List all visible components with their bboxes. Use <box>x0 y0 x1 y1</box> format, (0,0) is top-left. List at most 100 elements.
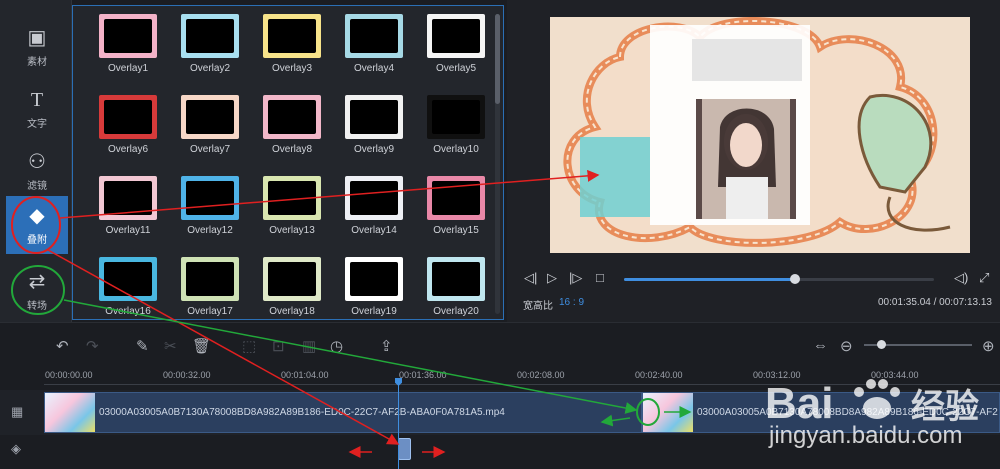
overlay-name: Overlay3 <box>271 63 312 74</box>
video-clip[interactable]: 03000A03005A0B7130A78008BD8A982A89B186-E… <box>44 392 642 433</box>
undo-icon[interactable]: ↶ <box>56 337 69 355</box>
overlay-name: Overlay13 <box>269 225 315 236</box>
zoom-slider-knob[interactable] <box>877 340 886 349</box>
overlay-thumbnail <box>99 95 157 139</box>
text-icon: T <box>30 88 44 111</box>
overlay-thumbnail <box>99 257 157 301</box>
ruler-tick: 00:01:36.00 <box>399 370 447 380</box>
timecode: 00:01:35.04 / 00:07:13.13 <box>878 297 992 308</box>
ruler-tick: 00:00:00.00 <box>45 370 93 380</box>
preview-canvas <box>550 17 970 253</box>
sidebar-item-transition[interactable]: ⇄ 转场 <box>6 262 68 320</box>
overlay-tile[interactable]: Overlay7 <box>175 95 245 155</box>
prev-frame-icon[interactable]: ◁| <box>524 270 537 286</box>
overlay-name: Overlay2 <box>189 63 230 74</box>
overlay-tile[interactable]: Overlay8 <box>257 95 327 155</box>
duration-icon[interactable]: ◷ <box>330 337 343 355</box>
overlay-name: Overlay12 <box>187 225 233 236</box>
overlay-thumbnail <box>181 95 239 139</box>
next-frame-icon[interactable]: |▷ <box>569 270 582 286</box>
zoom-in-icon[interactable]: ⊕ <box>982 337 995 355</box>
stop-icon[interactable]: □ <box>596 270 604 285</box>
overlay-tile[interactable]: Overlay19 <box>339 257 409 317</box>
overlay-thumbnail <box>181 14 239 58</box>
sidebar-item-label: 滤镜 <box>27 180 47 192</box>
zoom-out-icon[interactable]: ⊖ <box>840 337 853 355</box>
crop-icon[interactable]: ⬚ <box>242 337 256 355</box>
overlay-name: Overlay6 <box>107 144 148 155</box>
cut-icon[interactable]: ✂ <box>164 337 177 355</box>
library-scrollbar[interactable] <box>495 14 500 314</box>
overlay-tile[interactable]: Overlay3 <box>257 14 327 74</box>
overlay-name: Overlay5 <box>435 63 476 74</box>
editor-window: ▣ 素材 T 文字 ⚇ 滤镜 ◆ 叠附 ⇄ 转场 Overlay1 Overlay… <box>0 0 1000 469</box>
overlay-tile[interactable]: Overlay11 <box>93 176 163 236</box>
preview-panel: ◁| ▷ |▷ □ ◁) ⤢ 宽高比 16 : 9 00:01:35.04 / … <box>507 0 1000 322</box>
overlay-tile[interactable]: Overlay18 <box>257 257 327 317</box>
playback-progress[interactable] <box>624 274 934 284</box>
clip-thumbnail <box>643 393 693 432</box>
overlay-tile[interactable]: Overlay14 <box>339 176 409 236</box>
delete-icon[interactable]: 🗑 <box>192 337 211 355</box>
overlay-track-icon: ◈ <box>11 441 21 456</box>
sidebar-item-filter[interactable]: ⚇ 滤镜 <box>6 142 68 200</box>
sidebar-item-media[interactable]: ▣ 素材 <box>6 18 68 76</box>
sidebar-item-label: 素材 <box>27 56 47 68</box>
overlay-tile[interactable]: Overlay17 <box>175 257 245 317</box>
overlay-clip[interactable] <box>398 438 411 460</box>
overlay-thumbnail <box>181 257 239 301</box>
overlay-thumbnail <box>345 176 403 220</box>
overlay-tile[interactable]: Overlay20 <box>421 257 491 317</box>
overlay-name: Overlay18 <box>269 306 315 317</box>
overlay-name: Overlay1 <box>107 63 148 74</box>
overlay-tile[interactable]: Overlay13 <box>257 176 327 236</box>
overlay-tile[interactable]: Overlay15 <box>421 176 491 236</box>
overlay-thumbnail <box>263 257 321 301</box>
overlay-tile[interactable]: Overlay6 <box>93 95 163 155</box>
ruler-tick: 00:00:32.00 <box>163 370 211 380</box>
overlay-name: Overlay14 <box>351 225 397 236</box>
media-icon: ▣ <box>27 26 47 49</box>
freeze-icon[interactable]: ▥ <box>302 337 316 355</box>
overlay-tile[interactable]: Overlay5 <box>421 14 491 74</box>
filter-icon: ⚇ <box>28 150 46 173</box>
baidu-watermark: Bai 经验 jingyan.baidu.com <box>765 360 995 460</box>
split-icon[interactable]: ⊡ <box>272 337 285 355</box>
watermark-url: jingyan.baidu.com <box>769 422 963 449</box>
overlay-thumbnail <box>345 14 403 58</box>
overlay-thumbnail <box>99 176 157 220</box>
overlay-tile[interactable]: Overlay1 <box>93 14 163 74</box>
redo-icon[interactable]: ↷ <box>86 337 99 355</box>
play-icon[interactable]: ▷ <box>547 270 557 286</box>
overlay-name: Overlay15 <box>433 225 479 236</box>
overlay-thumbnail <box>427 95 485 139</box>
playhead[interactable] <box>398 378 399 469</box>
overlay-thumbnail <box>99 14 157 58</box>
overlay-tile[interactable]: Overlay10 <box>421 95 491 155</box>
fullscreen-icon[interactable]: ⤢ <box>979 270 989 286</box>
video-track-icon: ▦ <box>11 404 24 419</box>
sidebar-item-label: 文字 <box>27 118 47 130</box>
overlay-tile[interactable]: Overlay2 <box>175 14 245 74</box>
edit-icon[interactable]: ✎ <box>136 337 149 355</box>
overlay-tile[interactable]: Overlay9 <box>339 95 409 155</box>
ruler-tick: 00:02:08.00 <box>517 370 565 380</box>
overlay-thumbnail <box>263 14 321 58</box>
overlay-icon: ◆ <box>29 204 45 227</box>
overlay-tile[interactable]: Overlay4 <box>339 14 409 74</box>
overlay-tile[interactable]: Overlay12 <box>175 176 245 236</box>
edit-toolbar: ↶ ↷ ✎ ✂ 🗑 ⬚ ⊡ ▥ ◷ ⇪ ⇔ ⊖ ⊕ <box>0 322 1000 362</box>
export-icon[interactable]: ⇪ <box>380 337 393 355</box>
left-rail: ▣ 素材 T 文字 ⚇ 滤镜 ◆ 叠附 ⇄ 转场 <box>0 0 72 322</box>
overlay-tile[interactable]: Overlay16 <box>93 257 163 317</box>
clip-name: 03000A03005A0B7130A78008BD8A982A89B186-E… <box>99 407 505 418</box>
overlay-thumbnail <box>181 176 239 220</box>
overlay-name: Overlay8 <box>271 144 312 155</box>
sidebar-item-text[interactable]: T 文字 <box>6 80 68 138</box>
sidebar-item-overlay[interactable]: ◆ 叠附 <box>6 196 68 254</box>
aspect-ratio-value[interactable]: 16 : 9 <box>559 297 584 308</box>
fit-icon[interactable]: ⇔ <box>813 337 828 354</box>
sidebar-item-label: 转场 <box>27 300 47 312</box>
volume-icon[interactable]: ◁) <box>954 270 968 286</box>
svg-text:Bai: Bai <box>765 379 833 428</box>
